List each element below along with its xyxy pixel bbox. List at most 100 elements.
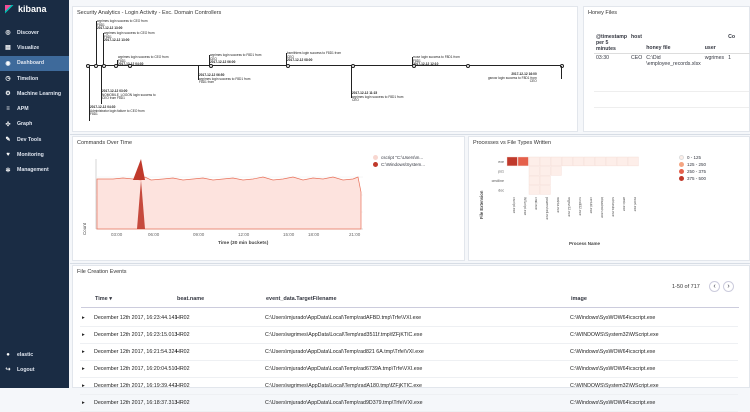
cell-filename: C:\Users\wgrimes\AppData\Local\Temp\radA… [265,383,422,389]
heatmap-cell [517,156,529,167]
heatmap-cell [539,185,551,195]
heatmap-cell [550,166,562,176]
heatmap-cell [605,156,617,167]
nav-management[interactable]: ✲ Management [0,163,69,178]
nav-graph[interactable]: ✣ Graph [0,117,69,132]
expand-row-icon[interactable]: ▸ [82,400,85,406]
column-header[interactable]: honey file [644,33,703,54]
timeline-event: 2017-12-12 06:50 wgrimes login success to… [199,73,251,85]
table-row[interactable]: ▸ December 12th 2017, 16:23:15.013 HR02 C:\… [80,327,738,344]
table-row[interactable]: ▸ December 12th 2017, 16:23:44.141 HR02 C:\… [80,310,738,327]
nav-discover[interactable]: ◎ Discover [0,25,69,40]
expand-row-icon[interactable]: ▸ [82,383,85,389]
honey-files-table: @timestamp per 5 minutes host honey file… [594,33,750,68]
series-spike [133,159,145,180]
cell-time: December 12th 2017, 16:21:54.324 [94,349,178,355]
nav-apm[interactable]: ≡ APM [0,101,69,116]
heatmap-cell [528,175,540,186]
table-row[interactable]: ▸ December 12th 2017, 16:21:54.324 HR02 C:\… [80,344,738,361]
honey-files-title: Honey Files [588,10,618,16]
nav-machine-learning[interactable]: ⚙ Machine Learning [0,86,69,101]
heatmap-panel: Processes vs File Types Written File Ext… [468,136,750,261]
nav-logout[interactable]: ↪ Logout [0,362,69,377]
expand-row-icon[interactable]: ▸ [82,315,85,321]
column-header[interactable]: host [629,33,644,54]
dashboard-icon: ◉ [5,60,11,67]
timeline-event: 2017-12-12 03:00 NOMOBILE_LOGON login suc… [102,89,156,101]
legend-swatch [679,169,684,174]
heatmap-cell [528,166,540,176]
timeline-event: bsmithiers login success to F8D1 from CE… [287,51,342,63]
column-header-image[interactable]: image [571,296,587,302]
cell-image: C:\Windows\SysWOW64\cscript.exe [570,400,656,406]
expand-row-icon[interactable]: ▸ [82,349,85,355]
cell-time: December 12th 2017, 16:20:04.510 [94,366,178,372]
timeline-event: rrose login success to F8D1 from F8D1 201… [413,55,460,67]
y-axis-label: File Extension [479,190,484,219]
timeline-event: wgrimes login success to F8D1 from CEO 20… [210,53,262,65]
next-page-button[interactable]: › [723,281,734,292]
brand-name: kibana [18,4,47,14]
nav-visualize[interactable]: ▤ Visualize [0,40,69,55]
column-header-time[interactable]: Time ▾ [95,296,112,302]
apm-icon: ≡ [6,106,10,113]
expand-row-icon[interactable]: ▸ [82,366,85,372]
y-tick-label: ps1 [498,170,504,174]
cell-beat: HR02 [176,366,190,372]
legend-swatch [373,155,378,160]
column-header[interactable]: user [703,33,726,54]
series-area [96,176,362,230]
kibana-logo-icon [5,4,14,14]
kibana-brand[interactable]: kibana [0,0,69,18]
file-events-title: File Creation Events [77,269,127,275]
cell-image: C:\Windows\SysWOW64\cscript.exe [570,349,656,355]
chevron-right-icon: › [727,283,730,290]
table-row[interactable]: ▸ December 12th 2017, 16:19:39.442 HR02 C:\… [80,378,738,395]
cell-beat: HR02 [176,383,190,389]
expand-row-icon[interactable]: ▸ [82,332,85,338]
table-row[interactable]: ▸ December 12th 2017, 16:18:37.313 HR02 C:\… [80,395,738,412]
cell-time: December 12th 2017, 16:23:44.141 [94,315,178,321]
heartbeat-icon: ♥ [6,152,10,159]
column-header-beat[interactable]: beat.name [177,296,204,302]
cell-time: December 12th 2017, 16:23:15.013 [94,332,178,338]
nav-user[interactable]: ● elastic [0,347,69,362]
heatmap-cell [528,185,540,195]
legend-item[interactable]: 0 - 125 [679,155,706,160]
prev-page-button[interactable]: ‹ [709,281,720,292]
timelion-icon: ◷ [5,76,11,83]
column-header[interactable]: Co [726,33,750,54]
x-tick-label: regsvr32.exe [567,197,571,217]
legend-swatch [679,176,684,181]
legend-item[interactable]: 375 - 500 [679,176,706,181]
heatmap-cell [550,156,562,167]
table-row: 03:30 CEO C:\Did \employee_records.xlsx … [594,53,750,69]
timeline-event: 2017-12-12 04:30 Administrator login fail… [90,105,145,117]
legend-item[interactable]: cscript "C:\Users\m... [373,155,425,160]
cell-image: C:\WINDOWS\System32\WScript.exe [570,332,659,338]
legend-item[interactable]: 125 - 250 [679,162,706,167]
sidebar: kibana ◎ Discover ▤ Visualize ◉ Dashboard ◷… [0,0,69,388]
column-header[interactable]: @timestamp per 5 minutes [594,33,629,54]
nav-dev-tools[interactable]: ✎ Dev Tools [0,132,69,147]
legend-item[interactable]: C:\Windows\System... [373,162,425,167]
nav-timelion[interactable]: ◷ Timelion [0,71,69,86]
heatmap-cell [528,156,540,167]
legend-item[interactable]: 250 - 375 [679,169,706,174]
cell-time: December 12th 2017, 16:19:39.442 [94,383,178,389]
y-axis-label: Count [82,222,87,235]
table-row[interactable]: ▸ December 12th 2017, 16:20:04.510 HR02 C:\… [80,361,738,378]
x-tick: 18:00 [308,232,320,237]
heatmap-cell [594,156,606,167]
cell-beat: HR02 [176,349,190,355]
x-ticks: 03:00 06:00 09:00 12:00 15:00 18:00 21:0… [111,232,361,237]
column-header-filename[interactable]: event_data.TargetFilename [266,296,337,302]
nav-monitoring[interactable]: ♥ Monitoring [0,147,69,162]
nav-dashboard[interactable]: ◉ Dashboard [0,55,69,71]
heatmap-cell [616,156,628,167]
x-tick: 09:00 [193,232,205,237]
heatmap-cell [539,166,551,176]
x-tick-label: rundll32.exe [578,197,582,216]
heatmap-legend: 0 - 125 125 - 250 250 - 375 375 - 500 [679,155,706,183]
heatmap-chart: File Extension Process Name exe ps1 cmdlin… [479,156,639,246]
